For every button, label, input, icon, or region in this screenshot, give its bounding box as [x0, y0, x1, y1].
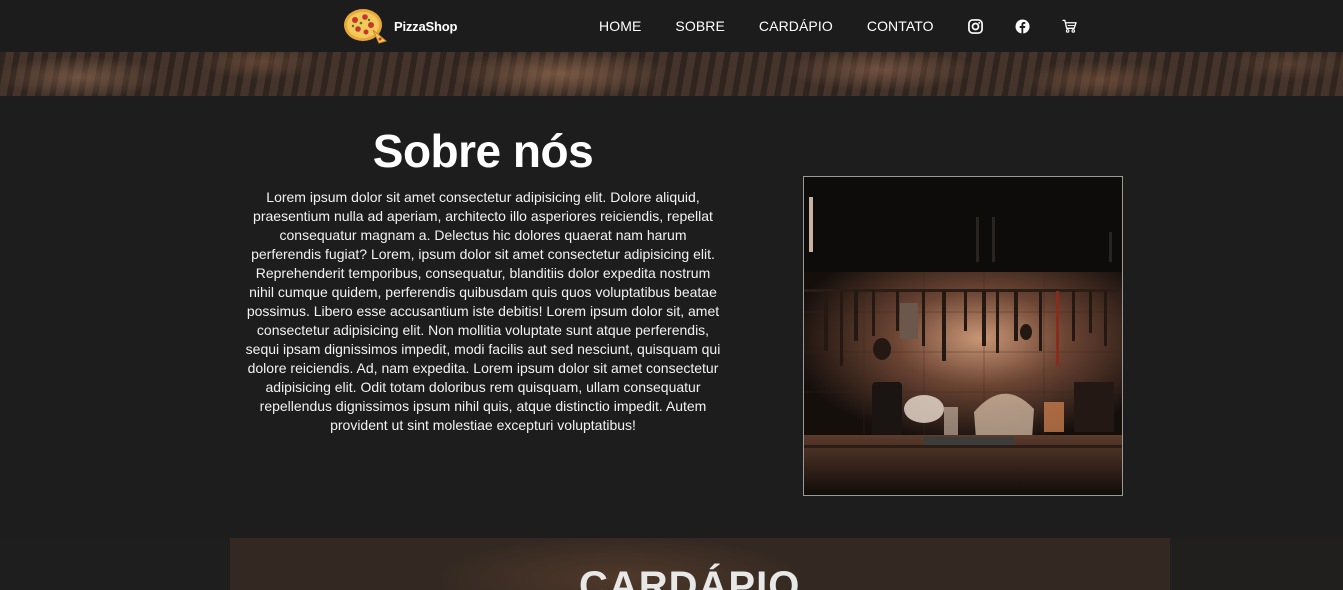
- nav-link-cardapio[interactable]: CARDÁPIO: [759, 18, 833, 34]
- pizza-logo-icon: [344, 9, 387, 44]
- about-section: Sobre nós Lorem ipsum dolor sit amet con…: [0, 96, 1343, 538]
- facebook-icon[interactable]: [1015, 18, 1031, 34]
- navbar: PizzaShop HOME SOBRE CARDÁPIO CONTATO: [0, 0, 1343, 52]
- nav-link-sobre[interactable]: SOBRE: [675, 18, 725, 34]
- brand-name: PizzaShop: [394, 18, 458, 34]
- nav-link-contato[interactable]: CONTATO: [867, 18, 934, 34]
- about-title: Sobre nós: [372, 125, 594, 177]
- hero-background-image: [0, 52, 1343, 96]
- cart-icon[interactable]: [1062, 18, 1078, 34]
- nav-link-home[interactable]: HOME: [599, 18, 641, 34]
- menu-title: CARDÁPIO: [579, 564, 801, 590]
- instagram-icon[interactable]: [968, 18, 984, 34]
- about-text: Lorem ipsum dolor sit amet consectetur a…: [245, 189, 721, 433]
- menu-section: CARDÁPIO: [0, 538, 1343, 590]
- kitchen-photo: [803, 176, 1123, 496]
- brand-link[interactable]: PizzaShop: [343, 8, 457, 44]
- nav-links: HOME SOBRE CARDÁPIO CONTATO: [599, 0, 1078, 52]
